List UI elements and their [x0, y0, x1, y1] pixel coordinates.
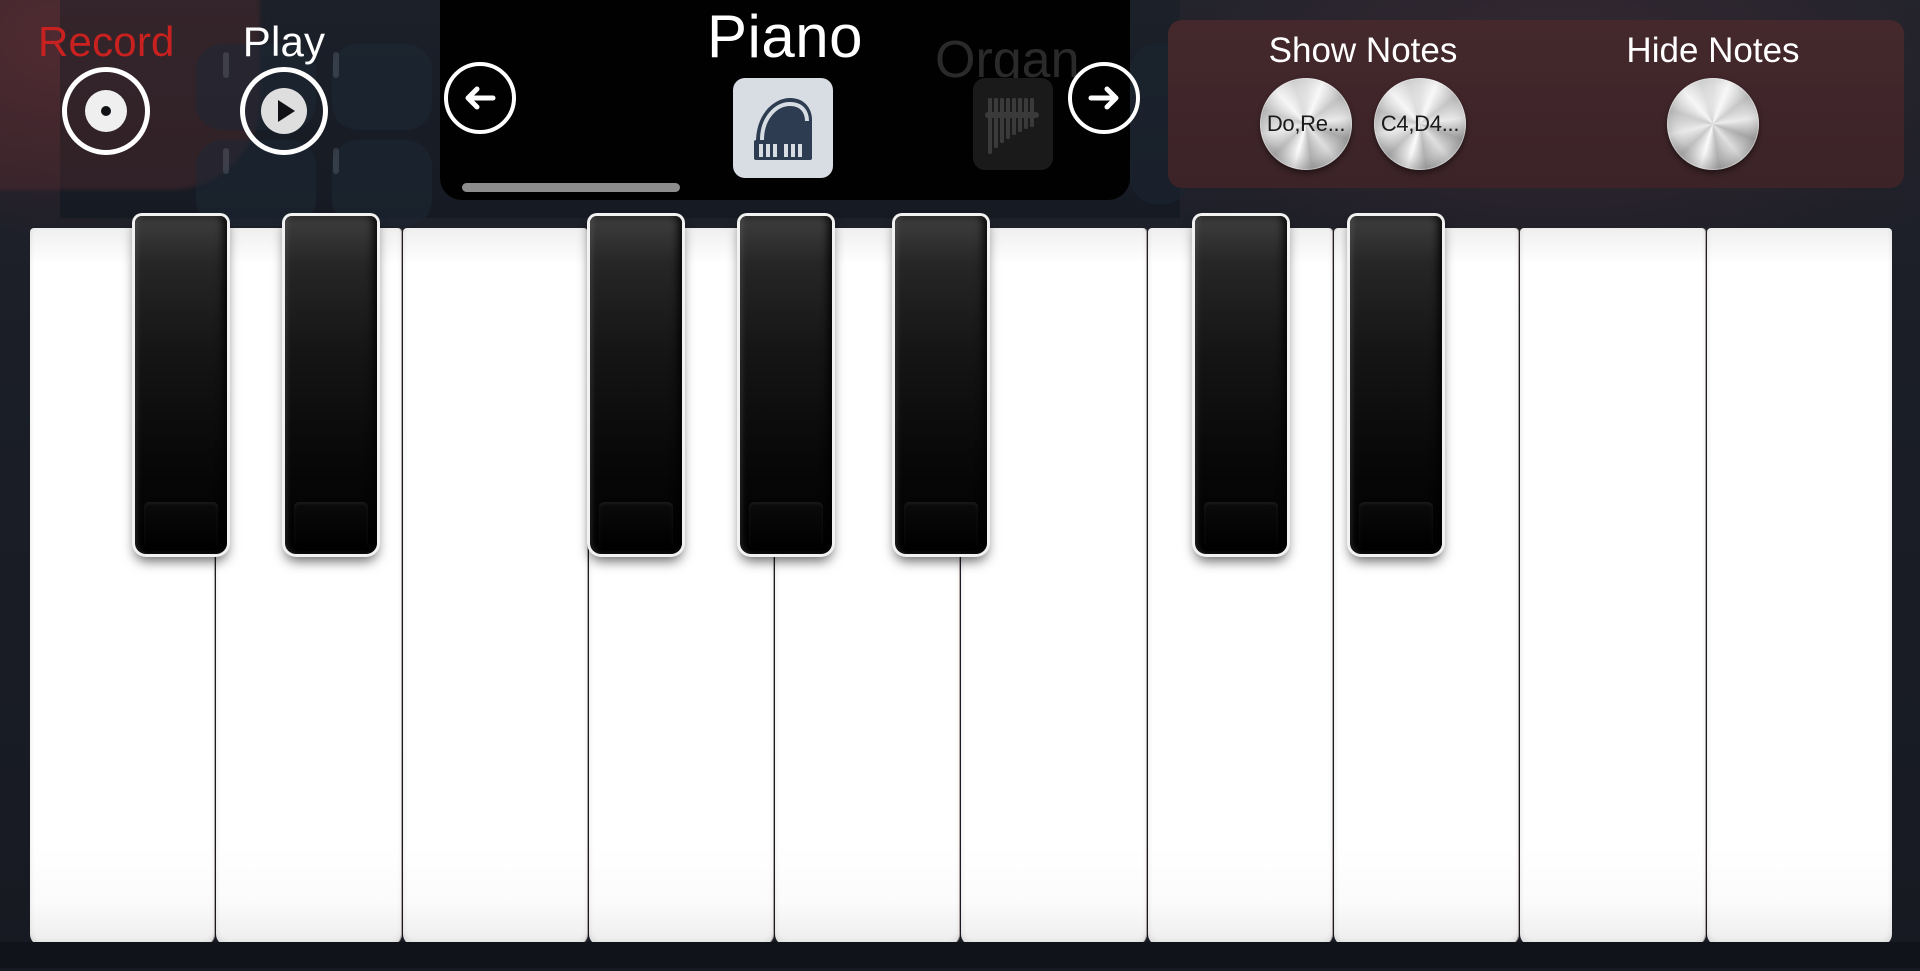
- keyboard-bottom-edge: [0, 942, 1920, 968]
- play-triangle-icon: [261, 88, 307, 135]
- record-button[interactable]: [62, 67, 151, 156]
- pan-flute-organ-icon: [985, 98, 1039, 154]
- background-tick: [333, 52, 339, 78]
- black-key[interactable]: [590, 216, 682, 554]
- show-notes-group: Show Notes Do,Re... C4,D4...: [1188, 30, 1538, 170]
- next-instrument-button[interactable]: [1068, 62, 1140, 134]
- scientific-notes-knob[interactable]: C4,D4...: [1374, 78, 1466, 170]
- play-control: Play: [240, 18, 328, 156]
- hide-notes-knob[interactable]: [1667, 78, 1759, 170]
- scientific-notes-knob-label: C4,D4...: [1380, 111, 1460, 136]
- piano-keyboard: [0, 216, 1920, 968]
- background-tick: [223, 148, 229, 174]
- scrollbar-thumb[interactable]: [462, 183, 680, 192]
- hide-notes-knob-row: [1667, 78, 1759, 170]
- notes-display-panel: Show Notes Do,Re... C4,D4... Hide Notes: [1168, 20, 1904, 188]
- instrument-tile-organ[interactable]: [973, 78, 1053, 170]
- background-tick: [223, 52, 229, 78]
- white-key[interactable]: [961, 228, 1147, 946]
- background-blob: [332, 44, 432, 130]
- piano-app: Record Play Piano Organ Show Notes Do,Re…: [0, 0, 1920, 971]
- show-notes-label: Show Notes: [1268, 31, 1458, 70]
- black-key[interactable]: [1195, 216, 1287, 554]
- show-notes-knob-row: Do,Re... C4,D4...: [1260, 78, 1466, 170]
- white-key[interactable]: [402, 228, 588, 946]
- hide-notes-group: Hide Notes: [1568, 30, 1858, 170]
- white-key[interactable]: [1706, 228, 1892, 946]
- black-key[interactable]: [285, 216, 377, 554]
- instrument-list-scrollbar[interactable]: [462, 183, 1102, 192]
- hide-notes-label: Hide Notes: [1626, 31, 1800, 70]
- arrow-left-icon: [465, 86, 496, 110]
- arrow-right-icon: [1088, 86, 1119, 110]
- white-key[interactable]: [1520, 228, 1706, 946]
- black-key[interactable]: [135, 216, 227, 554]
- previous-instrument-button[interactable]: [444, 62, 516, 134]
- background-blob: [332, 140, 432, 226]
- play-button[interactable]: [240, 67, 328, 156]
- record-dot-icon: [85, 90, 128, 133]
- record-control: Record: [38, 18, 175, 156]
- black-key[interactable]: [895, 216, 987, 554]
- background-tick: [333, 148, 339, 174]
- solfege-notes-knob-label: Do,Re...: [1266, 111, 1346, 136]
- current-instrument-title: Piano: [707, 3, 863, 70]
- grand-piano-icon: [754, 98, 812, 160]
- play-label: Play: [242, 18, 326, 65]
- solfege-notes-knob[interactable]: Do,Re...: [1260, 78, 1352, 170]
- record-label: Record: [38, 18, 175, 65]
- black-key[interactable]: [740, 216, 832, 554]
- instrument-selector-panel: Piano Organ: [440, 0, 1140, 200]
- black-key[interactable]: [1350, 216, 1442, 554]
- instrument-tile-piano[interactable]: [733, 78, 833, 178]
